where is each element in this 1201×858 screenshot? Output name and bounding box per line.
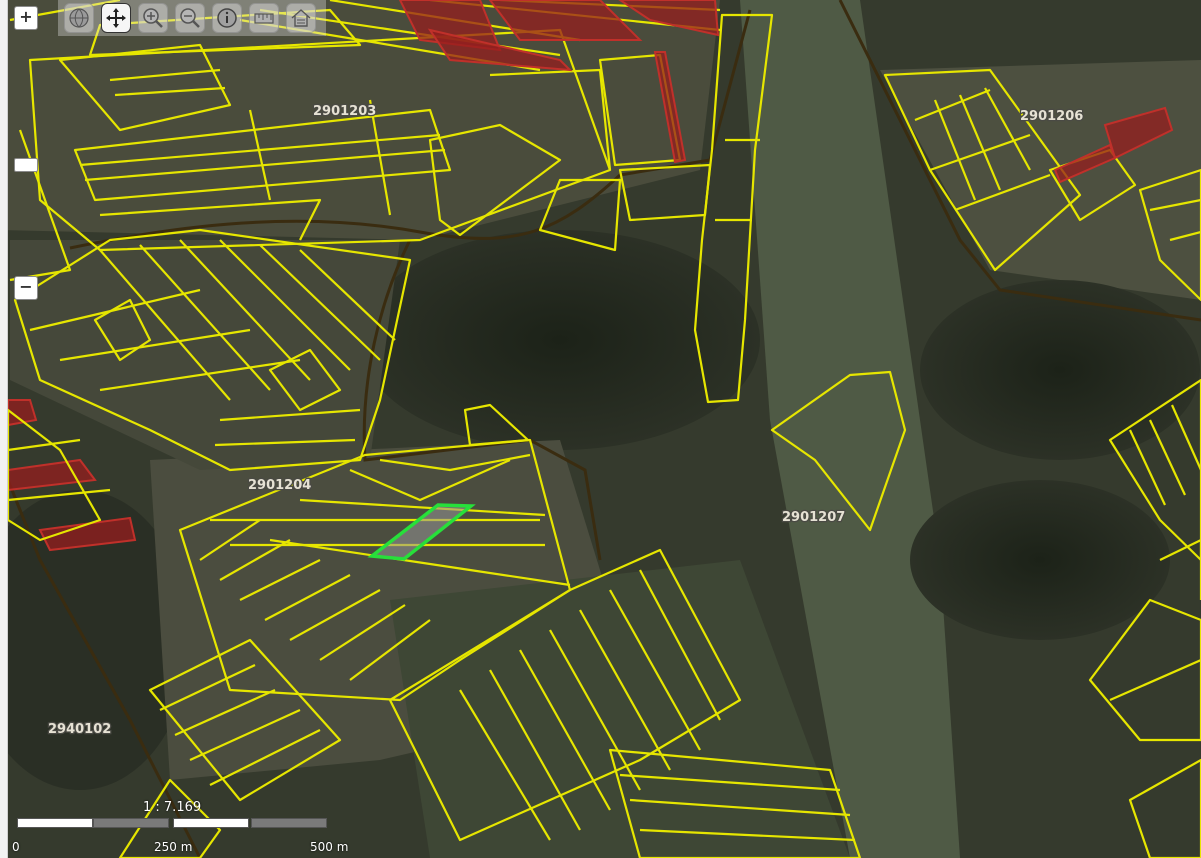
left-panel-edge bbox=[0, 0, 8, 858]
home-icon[interactable] bbox=[286, 3, 316, 33]
parcel-label: 2901207 bbox=[782, 510, 845, 525]
scale-ratio: 1 : 7.169 bbox=[143, 800, 202, 815]
scale-segment bbox=[17, 818, 93, 828]
measure-icon[interactable] bbox=[249, 3, 279, 33]
scale-tick-label: 0 bbox=[12, 840, 20, 854]
pan-icon[interactable] bbox=[101, 3, 131, 33]
zoom-out-button[interactable]: − bbox=[14, 276, 38, 300]
zoom-in-icon[interactable] bbox=[138, 3, 168, 33]
parcel-label: 2901203 bbox=[313, 104, 376, 119]
globe-icon[interactable] bbox=[64, 3, 94, 33]
parcel-label: 2940102 bbox=[48, 722, 111, 737]
zoom-in-button[interactable]: + bbox=[14, 6, 38, 30]
scale-tick-label: 250 m bbox=[154, 840, 193, 854]
scale-segment bbox=[251, 818, 327, 828]
zoom-out-icon[interactable] bbox=[175, 3, 205, 33]
forest-area bbox=[920, 280, 1200, 460]
parcel-label: 2901206 bbox=[1020, 109, 1083, 124]
scale-segment bbox=[93, 818, 169, 828]
map-canvas[interactable]: 2901203 2901206 2901204 2901207 2940102 bbox=[0, 0, 1201, 858]
map-toolbar bbox=[58, 0, 326, 36]
scale-tick-label: 500 m bbox=[310, 840, 349, 854]
parcel-label: 2901204 bbox=[248, 478, 311, 493]
zoom-slider-handle[interactable] bbox=[14, 158, 38, 172]
info-icon[interactable] bbox=[212, 3, 242, 33]
scale-segment bbox=[173, 818, 249, 828]
forest-area bbox=[910, 480, 1170, 640]
